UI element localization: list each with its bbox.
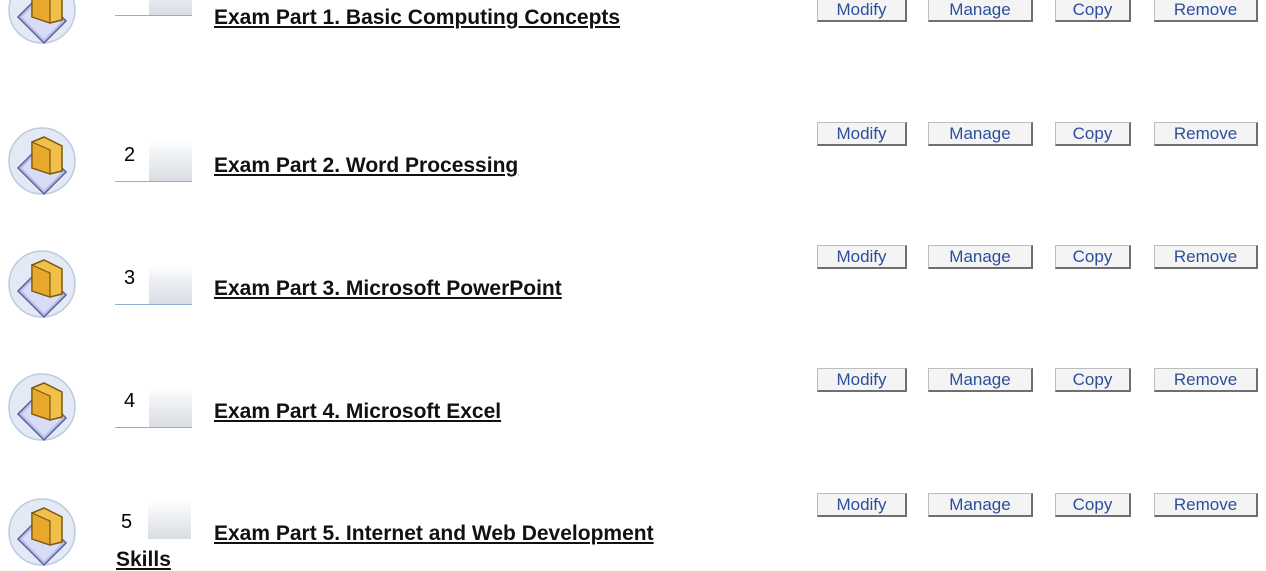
remove-button[interactable]: Remove	[1154, 122, 1258, 146]
exam-part-title-link[interactable]: Exam Part 2. Word Processing	[214, 153, 518, 179]
copy-button[interactable]: Copy	[1055, 245, 1131, 269]
order-cell: 4	[115, 385, 192, 428]
drag-handle[interactable]	[149, 387, 192, 427]
list-item: 1 Exam Part 1. Basic Computing Concepts …	[0, 0, 1266, 73]
folder-laptop-icon	[4, 124, 80, 198]
copy-button[interactable]: Copy	[1055, 493, 1131, 517]
manage-button[interactable]: Manage	[928, 0, 1033, 22]
remove-button[interactable]: Remove	[1154, 0, 1258, 22]
exam-part-title-link-overflow[interactable]: Skills	[116, 547, 171, 571]
list-item: 2 Exam Part 2. Word Processing Modify Ma…	[0, 96, 1266, 196]
order-cell: 5	[115, 499, 195, 541]
modify-button[interactable]: Modify	[817, 122, 907, 146]
order-number: 4	[124, 390, 136, 412]
remove-button[interactable]: Remove	[1154, 493, 1258, 517]
manage-button[interactable]: Manage	[928, 368, 1033, 392]
folder-laptop-icon	[4, 370, 80, 444]
modify-button[interactable]: Modify	[817, 0, 907, 22]
list-item: 5 Exam Part 5. Internet and Web Developm…	[0, 465, 1266, 571]
exam-part-title-link[interactable]: Exam Part 1. Basic Computing Concepts	[214, 5, 620, 31]
manage-button[interactable]: Manage	[928, 245, 1033, 269]
drag-handle[interactable]	[149, 141, 192, 181]
exam-part-title-link[interactable]: Exam Part 3. Microsoft PowerPoint	[214, 276, 562, 302]
remove-button[interactable]: Remove	[1154, 368, 1258, 392]
copy-button[interactable]: Copy	[1055, 368, 1131, 392]
modify-button[interactable]: Modify	[817, 245, 907, 269]
order-cell: 1	[115, 0, 192, 16]
copy-button[interactable]: Copy	[1055, 0, 1131, 22]
folder-laptop-icon	[4, 247, 80, 321]
manage-button[interactable]: Manage	[928, 122, 1033, 146]
copy-button[interactable]: Copy	[1055, 122, 1131, 146]
exam-parts-list: 1 Exam Part 1. Basic Computing Concepts …	[0, 0, 1266, 571]
list-item: 4 Exam Part 4. Microsoft Excel Modify Ma…	[0, 342, 1266, 442]
manage-button[interactable]: Manage	[928, 493, 1033, 517]
list-item: 3 Exam Part 3. Microsoft PowerPoint Modi…	[0, 219, 1266, 319]
order-number: 2	[124, 144, 136, 166]
folder-laptop-icon	[4, 495, 80, 569]
modify-button[interactable]: Modify	[817, 368, 907, 392]
order-cell: 3	[115, 262, 192, 305]
order-cell: 2	[115, 139, 192, 182]
exam-part-title-link[interactable]: Exam Part 5. Internet and Web Developmen…	[214, 521, 654, 547]
order-number: 5	[121, 511, 133, 533]
folder-laptop-icon	[4, 0, 80, 47]
drag-handle[interactable]	[149, 0, 192, 15]
remove-button[interactable]: Remove	[1154, 245, 1258, 269]
order-number: 3	[124, 267, 136, 289]
drag-handle[interactable]	[148, 501, 191, 539]
drag-handle[interactable]	[149, 264, 192, 304]
modify-button[interactable]: Modify	[817, 493, 907, 517]
exam-part-title-link[interactable]: Exam Part 4. Microsoft Excel	[214, 399, 501, 425]
order-number: 1	[124, 0, 135, 1]
